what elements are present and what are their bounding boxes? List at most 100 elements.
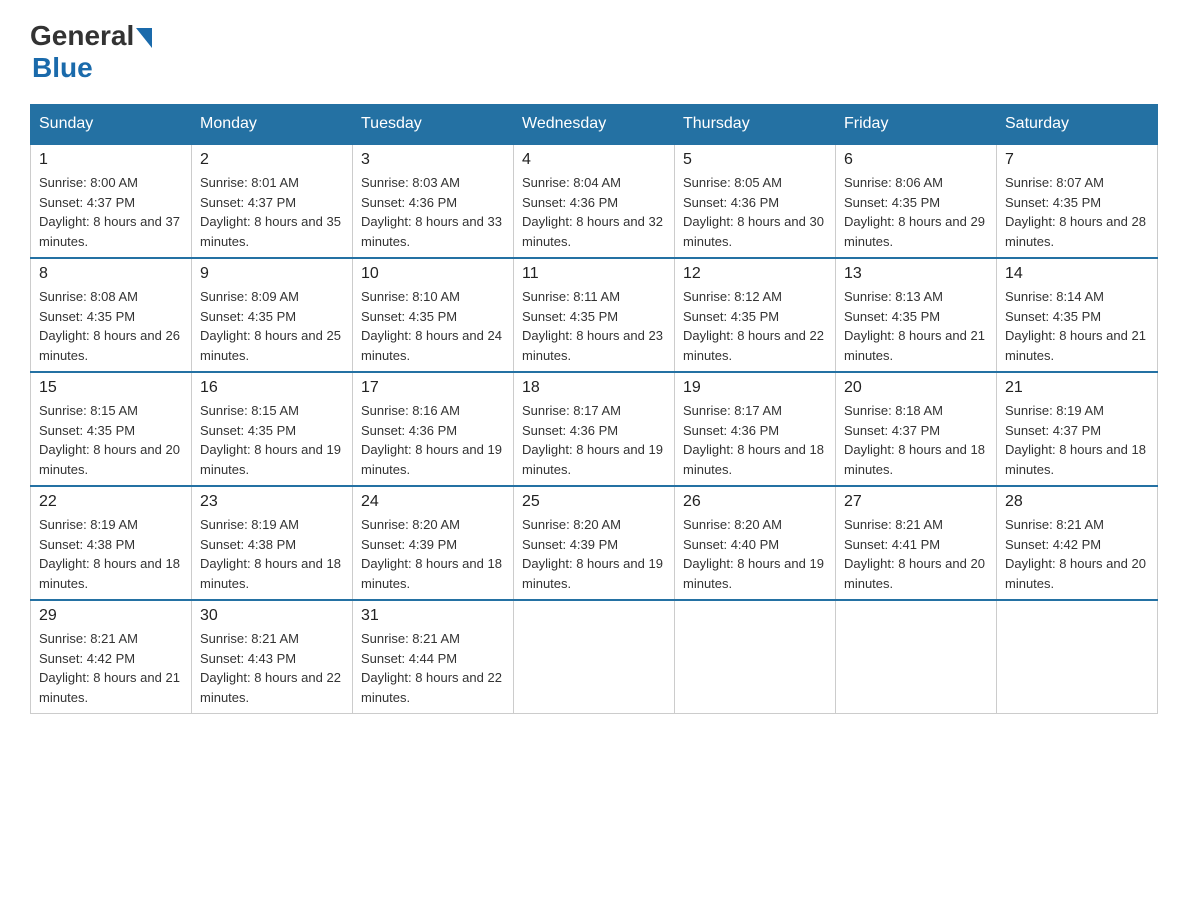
day-info: Sunrise: 8:01 AMSunset: 4:37 PMDaylight:… [200, 173, 344, 251]
logo: General Blue [30, 20, 152, 84]
day-cell: 20 Sunrise: 8:18 AMSunset: 4:37 PMDaylig… [836, 372, 997, 486]
day-number: 30 [200, 607, 344, 625]
day-number: 3 [361, 151, 505, 169]
col-header-monday: Monday [192, 105, 353, 145]
day-cell: 3 Sunrise: 8:03 AMSunset: 4:36 PMDayligh… [353, 144, 514, 258]
day-info: Sunrise: 8:08 AMSunset: 4:35 PMDaylight:… [39, 287, 183, 365]
day-info: Sunrise: 8:14 AMSunset: 4:35 PMDaylight:… [1005, 287, 1149, 365]
col-header-wednesday: Wednesday [514, 105, 675, 145]
day-info: Sunrise: 8:19 AMSunset: 4:38 PMDaylight:… [39, 515, 183, 593]
day-cell: 26 Sunrise: 8:20 AMSunset: 4:40 PMDaylig… [675, 486, 836, 600]
day-number: 4 [522, 151, 666, 169]
day-cell [675, 600, 836, 714]
day-info: Sunrise: 8:21 AMSunset: 4:41 PMDaylight:… [844, 515, 988, 593]
calendar-table: SundayMondayTuesdayWednesdayThursdayFrid… [30, 104, 1158, 714]
col-header-tuesday: Tuesday [353, 105, 514, 145]
day-cell: 24 Sunrise: 8:20 AMSunset: 4:39 PMDaylig… [353, 486, 514, 600]
day-number: 29 [39, 607, 183, 625]
day-number: 19 [683, 379, 827, 397]
day-info: Sunrise: 8:21 AMSunset: 4:44 PMDaylight:… [361, 629, 505, 707]
day-cell: 2 Sunrise: 8:01 AMSunset: 4:37 PMDayligh… [192, 144, 353, 258]
day-cell: 1 Sunrise: 8:00 AMSunset: 4:37 PMDayligh… [31, 144, 192, 258]
day-number: 16 [200, 379, 344, 397]
day-info: Sunrise: 8:15 AMSunset: 4:35 PMDaylight:… [39, 401, 183, 479]
day-number: 9 [200, 265, 344, 283]
day-info: Sunrise: 8:20 AMSunset: 4:40 PMDaylight:… [683, 515, 827, 593]
day-number: 11 [522, 265, 666, 283]
day-cell: 28 Sunrise: 8:21 AMSunset: 4:42 PMDaylig… [997, 486, 1158, 600]
day-cell: 10 Sunrise: 8:10 AMSunset: 4:35 PMDaylig… [353, 258, 514, 372]
day-info: Sunrise: 8:21 AMSunset: 4:42 PMDaylight:… [39, 629, 183, 707]
day-number: 13 [844, 265, 988, 283]
day-info: Sunrise: 8:07 AMSunset: 4:35 PMDaylight:… [1005, 173, 1149, 251]
day-number: 28 [1005, 493, 1149, 511]
week-row-4: 22 Sunrise: 8:19 AMSunset: 4:38 PMDaylig… [31, 486, 1158, 600]
day-info: Sunrise: 8:09 AMSunset: 4:35 PMDaylight:… [200, 287, 344, 365]
day-info: Sunrise: 8:11 AMSunset: 4:35 PMDaylight:… [522, 287, 666, 365]
day-number: 17 [361, 379, 505, 397]
day-info: Sunrise: 8:19 AMSunset: 4:38 PMDaylight:… [200, 515, 344, 593]
day-number: 12 [683, 265, 827, 283]
day-number: 1 [39, 151, 183, 169]
day-cell [514, 600, 675, 714]
day-number: 7 [1005, 151, 1149, 169]
day-number: 25 [522, 493, 666, 511]
day-cell: 6 Sunrise: 8:06 AMSunset: 4:35 PMDayligh… [836, 144, 997, 258]
day-info: Sunrise: 8:13 AMSunset: 4:35 PMDaylight:… [844, 287, 988, 365]
day-number: 26 [683, 493, 827, 511]
day-info: Sunrise: 8:20 AMSunset: 4:39 PMDaylight:… [361, 515, 505, 593]
day-number: 24 [361, 493, 505, 511]
week-row-3: 15 Sunrise: 8:15 AMSunset: 4:35 PMDaylig… [31, 372, 1158, 486]
day-info: Sunrise: 8:03 AMSunset: 4:36 PMDaylight:… [361, 173, 505, 251]
day-info: Sunrise: 8:05 AMSunset: 4:36 PMDaylight:… [683, 173, 827, 251]
col-header-thursday: Thursday [675, 105, 836, 145]
day-cell: 25 Sunrise: 8:20 AMSunset: 4:39 PMDaylig… [514, 486, 675, 600]
day-info: Sunrise: 8:12 AMSunset: 4:35 PMDaylight:… [683, 287, 827, 365]
day-cell: 14 Sunrise: 8:14 AMSunset: 4:35 PMDaylig… [997, 258, 1158, 372]
calendar-header-row: SundayMondayTuesdayWednesdayThursdayFrid… [31, 105, 1158, 145]
day-number: 21 [1005, 379, 1149, 397]
day-cell: 23 Sunrise: 8:19 AMSunset: 4:38 PMDaylig… [192, 486, 353, 600]
day-info: Sunrise: 8:19 AMSunset: 4:37 PMDaylight:… [1005, 401, 1149, 479]
page-header: General Blue [30, 20, 1158, 84]
day-number: 22 [39, 493, 183, 511]
day-info: Sunrise: 8:16 AMSunset: 4:36 PMDaylight:… [361, 401, 505, 479]
col-header-friday: Friday [836, 105, 997, 145]
col-header-sunday: Sunday [31, 105, 192, 145]
day-cell: 15 Sunrise: 8:15 AMSunset: 4:35 PMDaylig… [31, 372, 192, 486]
day-info: Sunrise: 8:10 AMSunset: 4:35 PMDaylight:… [361, 287, 505, 365]
day-cell: 17 Sunrise: 8:16 AMSunset: 4:36 PMDaylig… [353, 372, 514, 486]
day-cell: 31 Sunrise: 8:21 AMSunset: 4:44 PMDaylig… [353, 600, 514, 714]
day-cell: 18 Sunrise: 8:17 AMSunset: 4:36 PMDaylig… [514, 372, 675, 486]
day-info: Sunrise: 8:20 AMSunset: 4:39 PMDaylight:… [522, 515, 666, 593]
day-number: 31 [361, 607, 505, 625]
col-header-saturday: Saturday [997, 105, 1158, 145]
day-cell: 8 Sunrise: 8:08 AMSunset: 4:35 PMDayligh… [31, 258, 192, 372]
day-cell: 13 Sunrise: 8:13 AMSunset: 4:35 PMDaylig… [836, 258, 997, 372]
day-cell: 16 Sunrise: 8:15 AMSunset: 4:35 PMDaylig… [192, 372, 353, 486]
day-cell: 9 Sunrise: 8:09 AMSunset: 4:35 PMDayligh… [192, 258, 353, 372]
day-number: 15 [39, 379, 183, 397]
day-cell: 30 Sunrise: 8:21 AMSunset: 4:43 PMDaylig… [192, 600, 353, 714]
week-row-2: 8 Sunrise: 8:08 AMSunset: 4:35 PMDayligh… [31, 258, 1158, 372]
day-info: Sunrise: 8:00 AMSunset: 4:37 PMDaylight:… [39, 173, 183, 251]
day-cell: 21 Sunrise: 8:19 AMSunset: 4:37 PMDaylig… [997, 372, 1158, 486]
day-cell: 12 Sunrise: 8:12 AMSunset: 4:35 PMDaylig… [675, 258, 836, 372]
day-number: 6 [844, 151, 988, 169]
day-number: 18 [522, 379, 666, 397]
day-number: 8 [39, 265, 183, 283]
week-row-5: 29 Sunrise: 8:21 AMSunset: 4:42 PMDaylig… [31, 600, 1158, 714]
day-info: Sunrise: 8:06 AMSunset: 4:35 PMDaylight:… [844, 173, 988, 251]
day-number: 10 [361, 265, 505, 283]
logo-general-text: General [30, 20, 134, 52]
day-number: 14 [1005, 265, 1149, 283]
day-number: 20 [844, 379, 988, 397]
day-info: Sunrise: 8:18 AMSunset: 4:37 PMDaylight:… [844, 401, 988, 479]
day-cell: 19 Sunrise: 8:17 AMSunset: 4:36 PMDaylig… [675, 372, 836, 486]
day-cell: 5 Sunrise: 8:05 AMSunset: 4:36 PMDayligh… [675, 144, 836, 258]
day-info: Sunrise: 8:21 AMSunset: 4:42 PMDaylight:… [1005, 515, 1149, 593]
week-row-1: 1 Sunrise: 8:00 AMSunset: 4:37 PMDayligh… [31, 144, 1158, 258]
day-cell [997, 600, 1158, 714]
day-number: 2 [200, 151, 344, 169]
day-info: Sunrise: 8:15 AMSunset: 4:35 PMDaylight:… [200, 401, 344, 479]
